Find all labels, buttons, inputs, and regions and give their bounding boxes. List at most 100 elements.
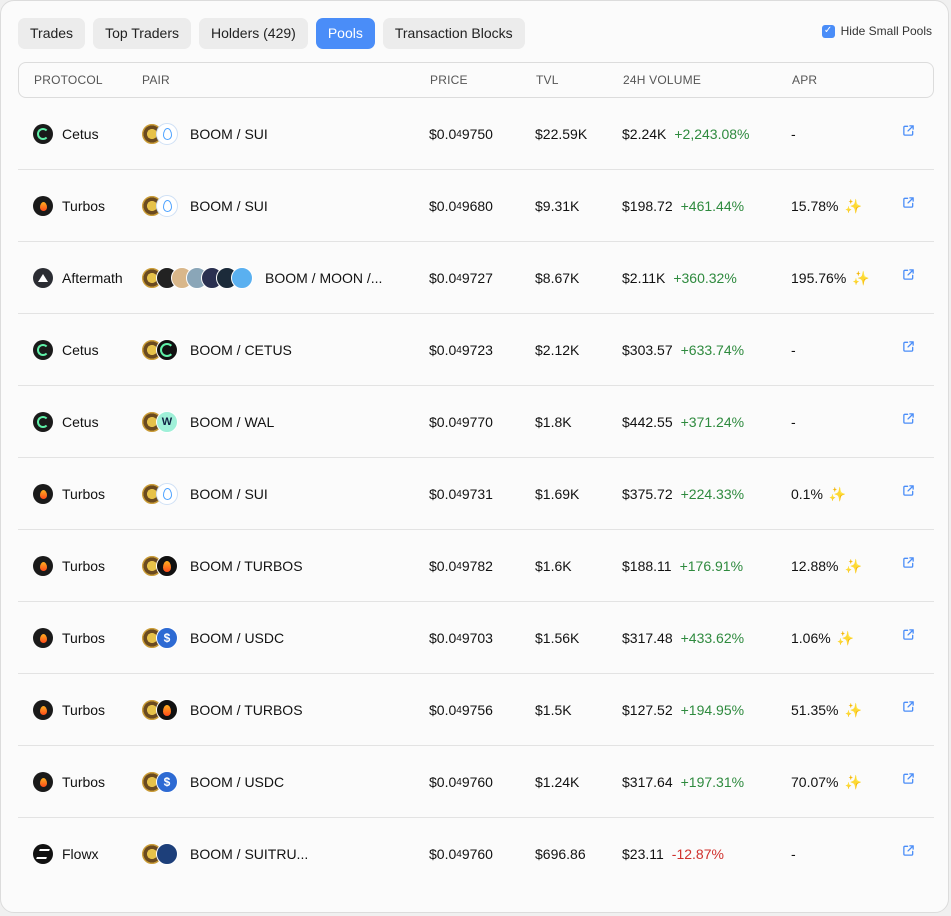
hide-small-pools-label: Hide Small Pools xyxy=(840,24,932,38)
pair-cell: BOOM / MOON /... xyxy=(141,242,382,314)
external-link-icon[interactable] xyxy=(902,556,915,569)
protocol-name: Flowx xyxy=(62,846,99,862)
table-row[interactable]: Cetus W BOOM / WAL $0.0 4 9770 $1.8K $442.… xyxy=(18,386,934,458)
tab-top-traders[interactable]: Top Traders xyxy=(93,18,191,49)
protocol-name: Turbos xyxy=(62,198,106,214)
volume-cell: $317.64 +197.31% xyxy=(622,746,744,818)
pair-label: BOOM / SUITRU... xyxy=(190,846,309,862)
table-row[interactable]: Turbos BOOM / SUI $0.0 4 9680 $9.31K $198.… xyxy=(18,170,934,242)
price-cell: $0.0 4 9760 xyxy=(429,746,493,818)
apr-value: 0.1% xyxy=(791,486,823,502)
apr-cell: 15.78% ✨ xyxy=(791,170,862,242)
tab-bar: Trades Top Traders Holders (429) Pools T… xyxy=(18,18,525,49)
column-header-price[interactable]: PRICE xyxy=(430,63,468,97)
volume-change: +194.95% xyxy=(680,702,745,718)
protocol-cell: Turbos xyxy=(33,602,105,674)
pair-label: BOOM / USDC xyxy=(190,630,285,646)
protocol-name: Cetus xyxy=(62,414,99,430)
column-header-protocol[interactable]: PROTOCOL xyxy=(34,63,103,97)
tab-transaction-blocks[interactable]: Transaction Blocks xyxy=(382,18,525,49)
tab-trades[interactable]: Trades xyxy=(18,18,86,49)
pair-cell: $ BOOM / USDC xyxy=(141,602,284,674)
price-prefix: $0.0 xyxy=(429,774,457,790)
pair-label: BOOM / CETUS xyxy=(190,342,292,358)
external-link-icon[interactable] xyxy=(902,196,915,209)
sparkle-icon: ✨ xyxy=(844,701,862,718)
table-row[interactable]: Cetus BOOM / CETUS $0.0 4 9723 $2.12K $303… xyxy=(18,314,934,386)
table-row[interactable]: Aftermath BOOM / MOON /... $0.0 4 9727 $8.… xyxy=(18,242,934,314)
pair-token-icons xyxy=(141,123,178,145)
token-cetus-icon xyxy=(156,339,178,361)
external-link-icon[interactable] xyxy=(902,628,915,641)
table-row[interactable]: Turbos BOOM / TURBOS $0.0 4 9782 $1.6K $18… xyxy=(18,530,934,602)
price-cell: $0.0 4 9760 xyxy=(429,818,493,890)
table-row[interactable]: Flowx BOOM / SUITRU... $0.0 4 9760 $696.86… xyxy=(18,818,934,890)
apr-value: 12.88% xyxy=(791,558,839,574)
table-row[interactable]: Cetus BOOM / SUI $0.0 4 9750 $22.59K $2.24… xyxy=(18,98,934,170)
volume-cell: $23.11 -12.87% xyxy=(622,818,724,890)
sparkle-icon: ✨ xyxy=(844,773,862,790)
turbos-protocol-icon xyxy=(33,772,53,792)
volume-change: +2,243.08% xyxy=(674,126,750,142)
tab-pools[interactable]: Pools xyxy=(315,18,375,49)
price-cell: $0.0 4 9756 xyxy=(429,674,493,746)
tvl-cell: $696.86 xyxy=(535,846,586,862)
column-header-24h-volume[interactable]: 24H VOLUME xyxy=(623,63,701,97)
checkbox-checked-icon[interactable]: ✓ xyxy=(821,24,835,38)
volume-change: +360.32% xyxy=(673,270,737,286)
price-digits: 9703 xyxy=(461,630,493,646)
volume-cell: $2.11K +360.32% xyxy=(622,242,737,314)
volume-value: $2.24K xyxy=(622,126,667,142)
external-link-icon[interactable] xyxy=(902,412,915,425)
volume-change: +371.24% xyxy=(680,414,745,430)
price-digits: 9731 xyxy=(461,486,493,502)
volume-value: $375.72 xyxy=(622,486,673,502)
external-link-icon[interactable] xyxy=(902,340,915,353)
pools-panel: Trades Top Traders Holders (429) Pools T… xyxy=(0,0,949,913)
hide-small-pools-toggle[interactable]: ✓ Hide Small Pools xyxy=(821,24,932,38)
volume-value: $317.64 xyxy=(622,774,673,790)
sparkle-icon: ✨ xyxy=(836,629,855,646)
column-header-apr[interactable]: APR xyxy=(792,63,817,97)
tab-holders[interactable]: Holders (429) xyxy=(199,18,308,49)
protocol-cell: Cetus xyxy=(33,98,99,170)
external-link-icon[interactable] xyxy=(902,844,915,857)
protocol-name: Turbos xyxy=(62,702,106,718)
external-link-icon[interactable] xyxy=(902,268,915,281)
apr-value: 15.78% xyxy=(791,198,839,214)
cetus-protocol-icon xyxy=(33,124,53,144)
external-link-icon[interactable] xyxy=(902,772,915,785)
volume-cell: $442.55 +371.24% xyxy=(622,386,744,458)
price-cell: $0.0 4 9723 xyxy=(429,314,493,386)
table-row[interactable]: Turbos BOOM / TURBOS $0.0 4 9756 $1.5K $12… xyxy=(18,674,934,746)
token-usdc-icon: $ xyxy=(156,771,178,793)
external-link-icon[interactable] xyxy=(902,124,915,137)
turbos-protocol-icon xyxy=(33,556,53,576)
price-prefix: $0.0 xyxy=(429,486,457,502)
tvl-cell: $2.12K xyxy=(535,342,580,358)
pair-label: BOOM / SUI xyxy=(190,198,268,214)
protocol-name: Turbos xyxy=(62,630,106,646)
column-header-tvl[interactable]: TVL xyxy=(536,63,559,97)
external-link-icon[interactable] xyxy=(902,484,915,497)
table-row[interactable]: Turbos $ BOOM / USDC $0.0 4 9703 $1.56K $3… xyxy=(18,602,934,674)
tvl-cell: $8.67K xyxy=(535,270,580,286)
column-header-pair[interactable]: PAIR xyxy=(142,63,170,97)
pair-cell: BOOM / SUI xyxy=(141,170,268,242)
table-row[interactable]: Turbos $ BOOM / USDC $0.0 4 9760 $1.24K $3… xyxy=(18,746,934,818)
pair-token-icons xyxy=(141,555,178,577)
table-header: PROTOCOL PAIR PRICE TVL 24H VOLUME APR xyxy=(18,62,934,98)
apr-cell: 12.88% ✨ xyxy=(791,530,862,602)
price-cell: $0.0 4 9782 xyxy=(429,530,493,602)
pair-token-icons: $ xyxy=(141,771,178,793)
tvl-cell: $1.8K xyxy=(535,414,572,430)
pair-label: BOOM / USDC xyxy=(190,774,285,790)
table-row[interactable]: Turbos BOOM / SUI $0.0 4 9731 $1.69K $375.… xyxy=(18,458,934,530)
pair-label: BOOM / TURBOS xyxy=(190,558,303,574)
pair-token-icons xyxy=(141,267,253,289)
pair-cell: BOOM / TURBOS xyxy=(141,530,303,602)
pair-token-icons xyxy=(141,195,178,217)
volume-cell: $317.48 +433.62% xyxy=(622,602,744,674)
price-digits: 9760 xyxy=(461,846,493,862)
external-link-icon[interactable] xyxy=(902,700,915,713)
